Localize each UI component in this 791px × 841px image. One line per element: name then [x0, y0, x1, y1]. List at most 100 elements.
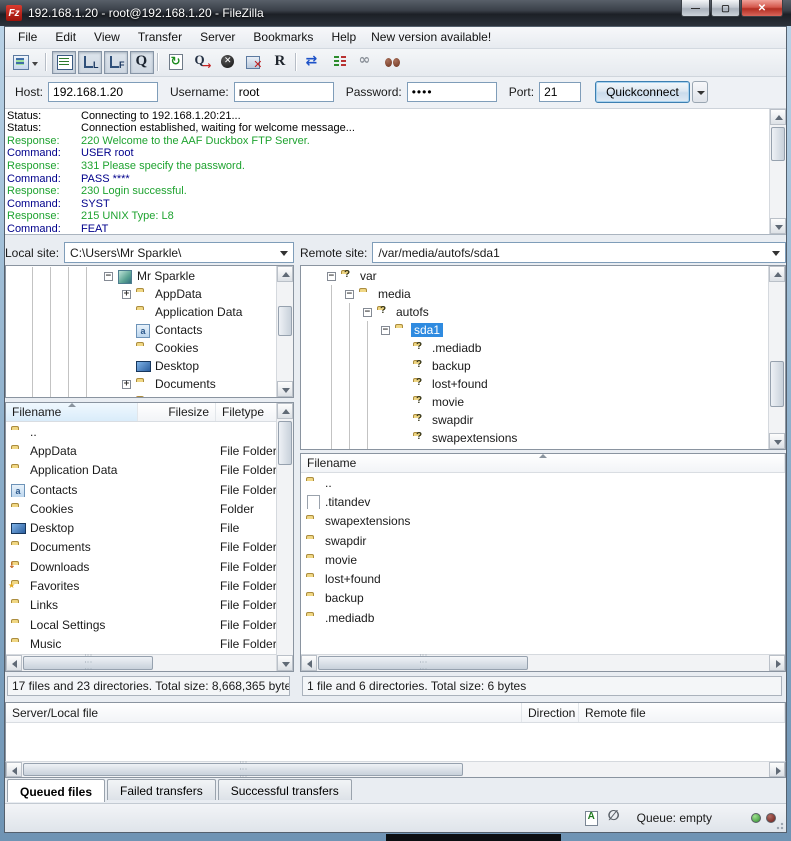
column-header-server-local-file[interactable]: Server/Local file	[6, 703, 522, 722]
tree-row[interactable]: swapextensions	[301, 429, 767, 447]
tree-row[interactable]: Cookies	[6, 339, 275, 357]
new-version-notice[interactable]: New version available!	[365, 28, 497, 46]
column-header-direction[interactable]: Direction	[522, 703, 579, 722]
local-tree-scrollbar[interactable]	[276, 266, 293, 397]
scroll-right-icon[interactable]	[769, 762, 785, 777]
password-input[interactable]	[407, 82, 497, 102]
toolbar-button[interactable]	[52, 51, 76, 74]
host-input[interactable]	[48, 82, 158, 102]
quickconnect-dropdown-button[interactable]	[692, 81, 708, 103]
scroll-down-icon[interactable]	[277, 381, 293, 397]
close-button[interactable]: ✕	[741, 0, 783, 17]
file-row[interactable]: Music File Folder	[6, 634, 276, 653]
scroll-up-icon[interactable]	[277, 266, 293, 282]
toolbar-button[interactable]	[190, 51, 214, 74]
file-row[interactable]: Links File Folder	[6, 596, 276, 615]
file-row[interactable]: ..	[301, 473, 785, 492]
file-row[interactable]: Documents File Folder	[6, 538, 276, 557]
file-row[interactable]: .mediadb	[301, 608, 785, 627]
tree-row[interactable]: Contacts	[6, 321, 275, 339]
tree-row[interactable]: AppData	[6, 285, 275, 303]
file-row[interactable]: swapextensions	[301, 512, 785, 531]
tree-expander[interactable]	[345, 290, 354, 299]
toolbar-button[interactable]	[164, 51, 188, 74]
file-row[interactable]: Favorites File Folder	[6, 576, 276, 595]
tree-expander[interactable]	[122, 380, 131, 389]
tree-row[interactable]: Desktop	[6, 357, 275, 375]
tree-expander[interactable]	[363, 308, 372, 317]
tree-expander[interactable]	[122, 290, 131, 299]
file-row[interactable]: Application Data File Folder	[6, 461, 276, 480]
menu-item[interactable]: Server	[191, 28, 244, 46]
toolbar-button[interactable]	[104, 51, 128, 74]
menu-item[interactable]: Edit	[46, 28, 85, 46]
tree-row[interactable]: movie	[301, 393, 767, 411]
file-row[interactable]: swapdir	[301, 531, 785, 550]
scrollbar-thumb[interactable]	[278, 421, 292, 465]
file-row[interactable]: Local Settings File Folder	[6, 615, 276, 634]
scroll-down-icon[interactable]	[770, 218, 786, 234]
file-row[interactable]: ..	[6, 422, 276, 441]
file-row[interactable]: Desktop File	[6, 518, 276, 537]
scroll-left-icon[interactable]	[6, 762, 22, 777]
scrollbar-thumb[interactable]	[23, 763, 463, 776]
toolbar-button[interactable]	[130, 51, 154, 74]
speed-limit-icon[interactable]	[607, 810, 625, 826]
menu-item[interactable]: Transfer	[129, 28, 191, 46]
tree-row[interactable]: autofs	[301, 303, 767, 321]
tree-row[interactable]: Mr Sparkle	[6, 267, 275, 285]
tree-expander[interactable]	[104, 272, 113, 281]
file-row[interactable]: backup	[301, 589, 785, 608]
column-header-filename[interactable]: Filename	[6, 403, 138, 421]
tree-row[interactable]: .mediadb	[301, 339, 767, 357]
port-input[interactable]	[539, 82, 581, 102]
scroll-left-icon[interactable]	[6, 655, 22, 671]
tree-row[interactable]: media	[301, 285, 767, 303]
minimize-button[interactable]: —	[681, 0, 710, 17]
toolbar-button[interactable]	[216, 51, 240, 74]
toolbar-button[interactable]	[268, 51, 292, 74]
scrollbar-thumb[interactable]	[278, 306, 292, 336]
scrollbar-thumb[interactable]	[770, 361, 784, 407]
menu-item[interactable]: File	[9, 28, 46, 46]
scroll-right-icon[interactable]	[769, 655, 785, 671]
column-header-filesize[interactable]: Filesize	[138, 403, 216, 421]
maximize-button[interactable]: ▢	[711, 0, 740, 17]
local-list-hscrollbar[interactable]	[6, 654, 293, 671]
queue-tab[interactable]: Queued files	[7, 779, 105, 802]
remote-site-combobox[interactable]: /var/media/autofs/sda1	[372, 242, 786, 263]
file-row[interactable]: Contacts File Folder	[6, 480, 276, 499]
transfer-type-icon[interactable]	[583, 810, 601, 826]
tree-row[interactable]: lost+found	[301, 375, 767, 393]
username-input[interactable]	[234, 82, 334, 102]
file-row[interactable]: Downloads File Folder	[6, 557, 276, 576]
queue-hscrollbar[interactable]	[5, 761, 786, 778]
tree-expander[interactable]	[327, 272, 336, 281]
tree-row[interactable]: backup	[301, 357, 767, 375]
remote-list-hscrollbar[interactable]	[301, 654, 785, 671]
scrollbar-thumb[interactable]	[23, 656, 153, 670]
scroll-up-icon[interactable]	[770, 109, 786, 125]
tree-row[interactable]: Downloads	[6, 393, 275, 397]
tree-expander[interactable]	[381, 326, 390, 335]
column-header-remote-file[interactable]: Remote file	[579, 703, 785, 722]
file-row[interactable]: Cookies Folder	[6, 499, 276, 518]
remote-tree-scrollbar[interactable]	[768, 266, 785, 449]
resize-grip-icon[interactable]	[772, 818, 784, 830]
toolbar-button[interactable]	[302, 51, 326, 74]
quickconnect-button[interactable]: Quickconnect	[595, 81, 690, 103]
file-row[interactable]: .titandev	[301, 492, 785, 511]
menu-item[interactable]: View	[85, 28, 129, 46]
scroll-down-icon[interactable]	[277, 655, 293, 671]
menu-item[interactable]: Bookmarks	[244, 28, 322, 46]
file-row[interactable]: AppData File Folder	[6, 441, 276, 460]
tree-row[interactable]: dvd	[301, 447, 767, 449]
file-row[interactable]: lost+found	[301, 569, 785, 588]
scrollbar-thumb[interactable]	[771, 127, 785, 161]
toolbar-button[interactable]	[242, 51, 266, 74]
toolbar-button[interactable]	[328, 51, 352, 74]
log-scrollbar[interactable]	[769, 109, 786, 234]
toolbar-button[interactable]	[11, 51, 42, 74]
scroll-up-icon[interactable]	[769, 266, 785, 282]
tree-row[interactable]: Application Data	[6, 303, 275, 321]
